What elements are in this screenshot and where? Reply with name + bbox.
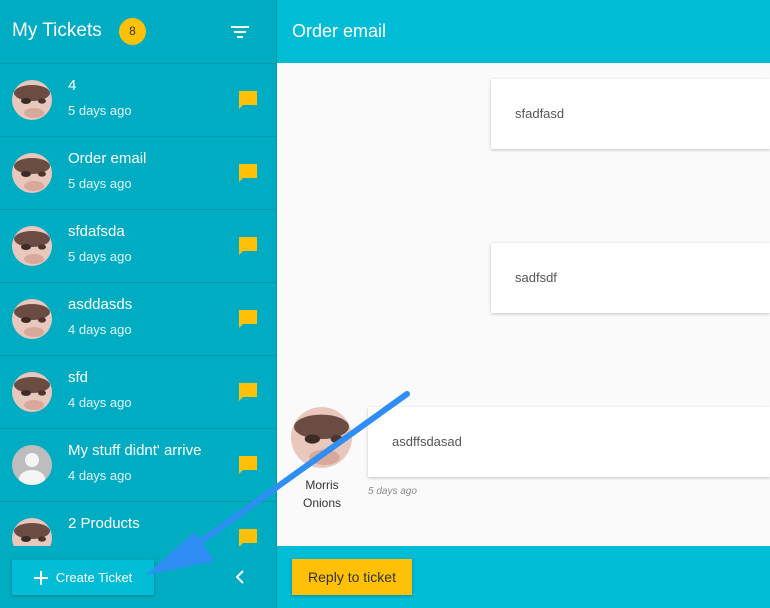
message-bubble: asdffsdasad [368,407,770,477]
chat-icon [239,310,257,328]
message-author: Morris Onions [302,478,342,510]
ticket-item[interactable]: sfd 4 days ago [0,355,276,428]
ticket-title: My stuff didnt' arrive [68,442,202,459]
agent-avatar [291,407,352,468]
message-bubble: sadfsdf [491,243,770,313]
chat-icon [239,529,257,547]
ticket-time: 4 days ago [68,468,132,483]
ticket-time: 5 days ago [68,176,132,191]
message-bubble: sfadfasd [491,79,770,149]
ticket-time: 5 days ago [68,103,132,118]
main-header: Order email [277,0,770,63]
chat-icon [239,164,257,182]
message-text: sadfsdf [515,270,557,285]
plus-icon [33,570,48,585]
create-ticket-label: Create Ticket [55,570,133,585]
avatar [12,153,52,193]
ticket-item[interactable]: 4 5 days ago [0,63,276,136]
panel-divider [276,0,277,608]
reply-to-ticket-button[interactable]: Reply to ticket [292,559,412,595]
avatar [12,299,52,339]
ticket-title: 4 [68,77,77,94]
ticket-time: 4 days ago [68,395,132,410]
chat-icon [239,383,257,401]
ticket-title: sfdafsda [68,223,125,240]
chevron-left-icon[interactable] [232,568,248,586]
avatar [12,80,52,120]
ticket-title: asddasds [68,296,133,313]
sidebar-footer: Create Ticket [0,546,276,608]
message-text: asdffsdasad [392,434,462,449]
ticket-count-badge: 8 [119,18,146,45]
chat-icon [239,237,257,255]
ticket-time: 5 days ago [68,249,132,264]
ticket-title: 2 Products [68,515,140,532]
ticket-title: sfd [68,369,89,386]
ticket-item[interactable]: asddasds 4 days ago [0,282,276,355]
sidebar-title: My Tickets [12,20,102,41]
main-footer: Reply to ticket [277,546,770,608]
filter-icon[interactable] [228,22,252,42]
ticket-item[interactable]: Order email 5 days ago [0,136,276,209]
ticket-item[interactable]: My stuff didnt' arrive 4 days ago [0,428,276,501]
message-time: 5 days ago [368,486,417,497]
create-ticket-button[interactable]: Create Ticket [12,560,154,595]
ticket-item[interactable]: sfdafsda 5 days ago [0,209,276,282]
avatar [12,372,52,412]
default-avatar [12,445,52,485]
chat-icon [239,456,257,474]
ticket-subject-title: Order email [292,21,387,41]
message-text: sfadfasd [515,106,565,121]
sidebar: My Tickets 8 4 5 days ago Order email 5 … [0,0,276,608]
ticket-time: 4 days ago [68,322,132,337]
chat-icon [239,91,257,109]
sidebar-header: My Tickets 8 [0,0,276,63]
avatar [12,226,52,266]
ticket-title: Order email [68,150,147,167]
